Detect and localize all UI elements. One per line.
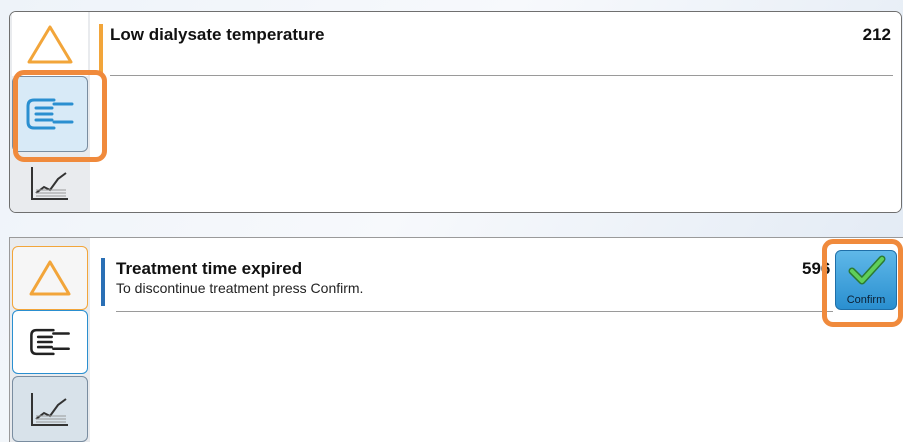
confirm-button[interactable]: Confirm [835,250,897,310]
divider [116,311,833,312]
tab-alarms[interactable] [12,12,88,76]
alarm-panel-bottom: Treatment time expired To discontinue tr… [9,237,903,442]
tab-alarms[interactable] [12,246,88,310]
alarm-priority-bar [101,258,105,306]
hand-icon [28,325,72,359]
alarm-title: Low dialysate temperature [110,25,325,44]
checkmark-icon [848,255,886,292]
alarm-content: Low dialysate temperature 212 [90,12,901,212]
alarm-code: 596 [802,259,831,278]
trend-chart-icon [28,163,72,203]
tab-hand[interactable] [12,76,88,152]
alarm-priority-bar [99,24,103,74]
tab-trend[interactable] [12,152,88,212]
hand-icon [24,94,76,134]
trend-chart-icon [28,389,72,429]
alarm-code: 212 [862,25,891,44]
tab-rail [10,12,90,212]
warning-icon [27,258,73,298]
confirm-label: Confirm [846,294,886,306]
warning-icon [25,22,75,66]
tab-rail [10,238,90,442]
tab-hand[interactable] [12,310,88,374]
alarm-content: Treatment time expired To discontinue tr… [90,238,903,442]
alarm-title: Treatment time expired [116,259,303,278]
divider [110,75,893,76]
tab-trend[interactable] [12,376,88,442]
alarm-panel-top: Low dialysate temperature 212 [9,11,902,213]
alarm-message: To discontinue treatment press Confirm. [116,280,364,296]
